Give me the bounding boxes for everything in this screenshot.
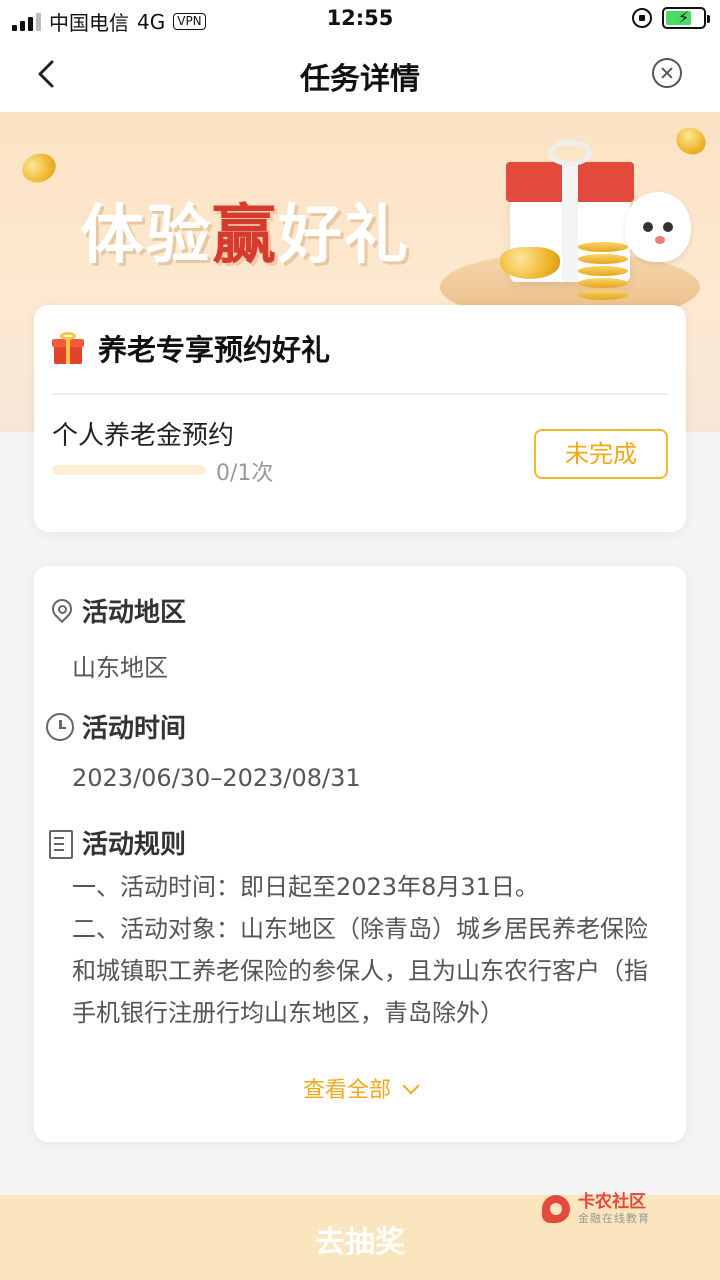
divider [52,393,668,395]
status-time: 12:55 [326,6,394,30]
rules-line: 二、活动对象：山东地区（除青岛）城乡居民养老保险和城镇职工养老保险的参保人，且为… [72,915,648,1027]
watermark-logo-icon [540,1193,572,1225]
rules-header: 活动规则 [46,824,186,861]
activity-info-card: 活动地区 山东地区 活动时间 2023/06/30–2023/08/31 活动规… [34,566,686,1142]
task-header: 养老专享预约好礼 [52,327,330,369]
watermark-name: 卡农社区 [578,1192,646,1212]
banner-title-accent: 赢 [212,199,278,273]
region-header: 活动地区 [46,592,186,629]
time-label: 活动时间 [82,714,187,744]
time-value: 2023/06/30–2023/08/31 [72,764,361,792]
task-status-button[interactable]: 未完成 [534,429,668,479]
time-header: 活动时间 [46,708,186,745]
rotation-lock-icon [632,8,652,28]
progress-count: 0/1次 [216,461,274,486]
page-title: 任务详情 [300,62,420,97]
task-card: 养老专享预约好礼 个人养老金预约 0/1次 未完成 [34,305,686,532]
banner-title-part1: 体验 [80,199,212,273]
banner-title-part2: 好礼 [278,199,410,273]
coin-decoration [18,149,60,187]
watermark-tagline: 金融在线教育 [578,1212,650,1225]
clock-icon [46,712,74,741]
nav-bar: 任务详情 [0,38,720,112]
rules-text: 一、活动时间：即日起至2023年8月31日。 二、活动对象：山东地区（除青岛）城… [72,866,662,1054]
status-bar: 中国电信 4G VPN 12:55 ⚡ [0,0,720,38]
rules-label: 活动规则 [82,830,187,860]
banner-title: 体验赢好礼 [80,184,410,276]
task-name: 个人养老金预约 [52,421,235,451]
close-icon[interactable] [652,58,682,88]
task-title: 养老专享预约好礼 [98,333,331,367]
watermark: 卡农社区 金融在线教育 [540,1192,650,1226]
location-pin-icon [46,597,74,625]
region-label: 活动地区 [82,598,187,628]
mascot-illustration [625,192,691,262]
rules-line: 一、活动时间：即日起至2023年8月31日。 [72,873,539,901]
view-all-label: 查看全部 [302,1078,391,1103]
region-value: 山东地区 [72,654,168,682]
task-progress-bar [52,465,206,475]
gold-ingot-decoration [500,247,560,279]
coin-decoration [671,122,711,160]
battery-icon: ⚡ [662,7,710,29]
view-all-button[interactable]: 查看全部 [34,1072,686,1104]
chevron-down-icon [402,1077,420,1095]
coin-stack-decoration [578,242,628,302]
gift-icon [52,332,84,364]
document-icon [46,829,74,859]
status-right: ⚡ [632,7,710,29]
